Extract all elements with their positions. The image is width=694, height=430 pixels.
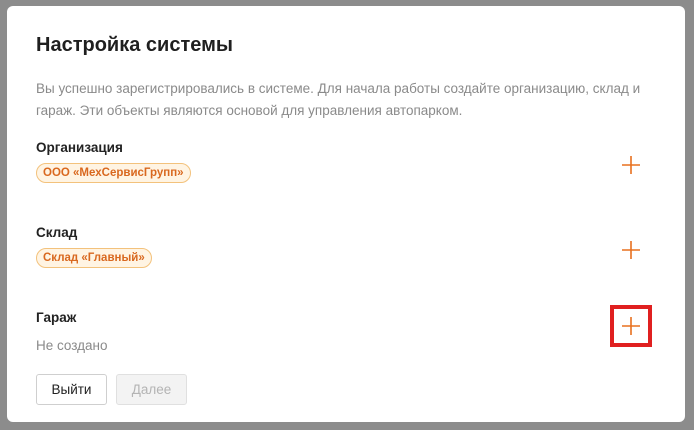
- section-garage: Гараж Не создано: [36, 309, 656, 359]
- exit-button[interactable]: Выйти: [36, 374, 107, 405]
- dialog-description: Вы успешно зарегистрировались в системе.…: [36, 81, 641, 118]
- section-organization: Организация ООО «МехСервисГрупп»: [36, 139, 656, 189]
- add-warehouse-button[interactable]: [619, 238, 643, 262]
- add-organization-button[interactable]: [619, 153, 643, 177]
- add-garage-button[interactable]: [619, 314, 643, 338]
- plus-icon: [622, 156, 640, 174]
- plus-icon: [622, 317, 640, 335]
- setup-dialog: Настройка системы Вы успешно зарегистрир…: [7, 6, 685, 422]
- organization-label: Организация: [36, 140, 123, 155]
- garage-label: Гараж: [36, 310, 77, 325]
- dialog-title: Настройка системы: [36, 34, 233, 56]
- warehouse-tag[interactable]: Склад «Главный»: [36, 248, 152, 268]
- warehouse-label: Склад: [36, 225, 78, 240]
- section-warehouse: Склад Склад «Главный»: [36, 224, 656, 274]
- organization-tag[interactable]: ООО «МехСервисГрупп»: [36, 163, 191, 183]
- garage-empty-text: Не создано: [36, 338, 108, 353]
- plus-icon: [622, 241, 640, 259]
- next-button[interactable]: Далее: [116, 374, 187, 405]
